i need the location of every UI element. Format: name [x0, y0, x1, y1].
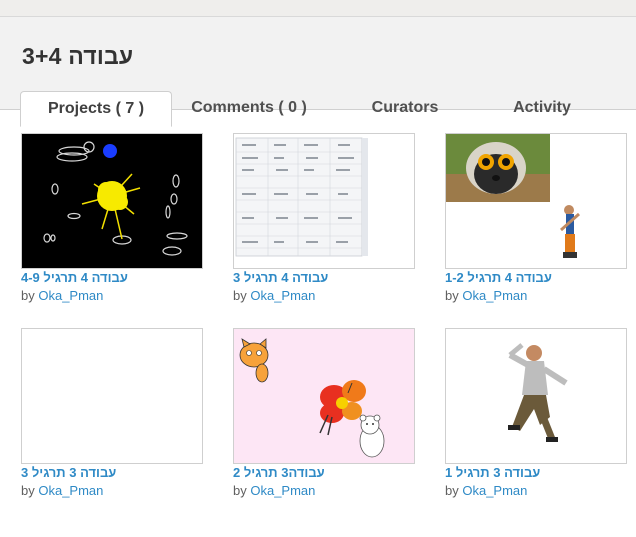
by-label: by — [21, 483, 35, 498]
blank-stage-icon — [22, 329, 202, 463]
author-link[interactable]: Oka_Pman — [38, 288, 103, 303]
projects-grid: עבודה 4 תרגיל 4-9 by Oka_Pman עבודה 4 תר… — [0, 110, 636, 537]
author-link[interactable]: Oka_Pman — [38, 483, 103, 498]
gallery-title: עבודה 3+4 — [22, 43, 134, 69]
cat-butterfly-bear-icon — [234, 329, 414, 463]
project-byline: by Oka_Pman — [233, 288, 315, 303]
by-label: by — [21, 288, 35, 303]
project-byline: by Oka_Pman — [445, 288, 527, 303]
project-title[interactable]: עבודה3 תרגיל 2 — [233, 465, 418, 480]
project-title[interactable]: עבודה 4 תרגיל 1-2 — [445, 270, 630, 285]
lemur-breakdancer-icon — [446, 134, 626, 268]
project-title[interactable]: עבודה 4 תרגיל 4-9 — [21, 270, 206, 285]
project-byline: by Oka_Pman — [233, 483, 315, 498]
project-thumbnail[interactable] — [21, 133, 203, 269]
project-byline: by Oka_Pman — [21, 288, 103, 303]
by-label: by — [445, 483, 459, 498]
top-strip — [0, 0, 636, 16]
project-thumbnail[interactable] — [445, 133, 627, 269]
project-byline: by Oka_Pman — [445, 483, 527, 498]
author-link[interactable]: Oka_Pman — [250, 483, 315, 498]
project-title[interactable]: עבודה 4 תרגיל 3 — [233, 270, 418, 285]
project-byline: by Oka_Pman — [21, 483, 103, 498]
dancing-man-icon — [446, 329, 626, 463]
project-thumbnail[interactable] — [233, 328, 415, 464]
project-title[interactable]: עבודה 3 תרגיל 1 — [445, 465, 630, 480]
project-thumbnail[interactable] — [233, 133, 415, 269]
by-label: by — [233, 483, 247, 498]
author-link[interactable]: Oka_Pman — [462, 288, 527, 303]
author-link[interactable]: Oka_Pman — [250, 288, 315, 303]
spreadsheet-table-icon — [234, 134, 414, 268]
gallery-header: עבודה 3+4 Projects ( 7 ) Comments ( 0 ) … — [0, 16, 636, 127]
by-label: by — [233, 288, 247, 303]
author-link[interactable]: Oka_Pman — [462, 483, 527, 498]
black-stage-sun-icon — [22, 134, 202, 268]
by-label: by — [445, 288, 459, 303]
project-thumbnail[interactable] — [21, 328, 203, 464]
project-title[interactable]: עבודה 3 תרגיל 3 — [21, 465, 206, 480]
project-thumbnail[interactable] — [445, 328, 627, 464]
